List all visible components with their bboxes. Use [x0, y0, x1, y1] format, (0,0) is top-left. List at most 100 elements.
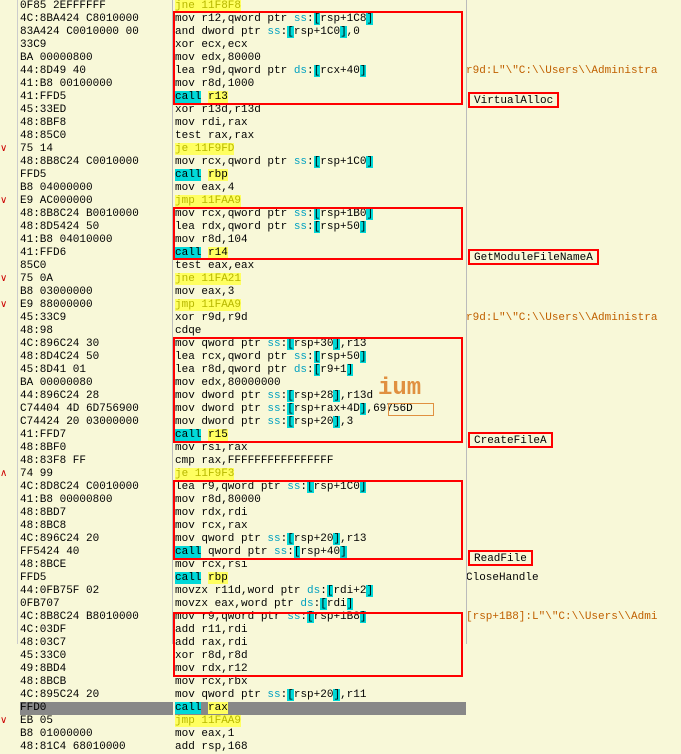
disassembly-column: jne 11F8F8mov r12,qword ptr ss:[rsp+1C8]…: [173, 0, 466, 644]
comment-cell: [466, 351, 681, 364]
asm-cell: mov qword ptr ss:[rsp+20],r11: [175, 689, 466, 702]
bytes-cell: E9 AC000000: [20, 195, 173, 208]
comment-cell: [466, 143, 681, 156]
asm-cell: test eax,eax: [175, 260, 466, 273]
jump-arrow: [0, 65, 17, 78]
comment-cell: [466, 182, 681, 195]
jump-arrow: [0, 442, 17, 455]
comment-cell: [466, 702, 681, 715]
jump-arrow: [0, 728, 17, 741]
jump-arrow: [0, 559, 17, 572]
comment-cell: [466, 52, 681, 65]
asm-cell: mov qword ptr ss:[rsp+20],r13: [175, 533, 466, 546]
api-label: GetModuleFileNameA: [468, 249, 599, 265]
comment-cell: [466, 715, 681, 728]
comment-cell: [466, 689, 681, 702]
comment-cell: [466, 156, 681, 169]
bytes-cell: 45:33C9: [20, 312, 173, 325]
comment-cell: [466, 364, 681, 377]
asm-cell: and dword ptr ss:[rsp+1C0],0: [175, 26, 466, 39]
bytes-cell: 48:8D5424 50: [20, 221, 173, 234]
jump-arrow: [0, 234, 17, 247]
bytes-cell: B8 04000000: [20, 182, 173, 195]
jump-arrow: [0, 182, 17, 195]
comment-cell: [466, 663, 681, 676]
bytes-cell: 45:8D41 01: [20, 364, 173, 377]
asm-cell: test rax,rax: [175, 130, 466, 143]
asm-cell: mov eax,1: [175, 728, 466, 741]
comment-cell: [466, 507, 681, 520]
comment-cell: [466, 390, 681, 403]
asm-cell: call rax: [175, 702, 466, 715]
jump-arrow: ∧: [0, 468, 17, 481]
bytes-cell: 44:896C24 28: [20, 390, 173, 403]
bytes-cell: 33C9: [20, 39, 173, 52]
asm-cell: add r11,rdi: [175, 624, 466, 637]
comment-cell: [466, 78, 681, 91]
comment-cell: [466, 130, 681, 143]
bytes-cell: 48:8BF8: [20, 117, 173, 130]
jump-arrow: [0, 104, 17, 117]
asm-cell: call r13: [175, 91, 466, 104]
bytes-cell: B8 01000000: [20, 728, 173, 741]
comment-cell: [466, 598, 681, 611]
comment-cell: [466, 377, 681, 390]
bytes-cell: EB 05: [20, 715, 173, 728]
jump-arrow: [0, 260, 17, 273]
comment-cell: [466, 468, 681, 481]
bytes-cell: 41:B8 00100000: [20, 78, 173, 91]
jump-arrow: [0, 351, 17, 364]
comment-cell: [466, 273, 681, 286]
bytes-cell: 48:8BD7: [20, 507, 173, 520]
api-label: ReadFile: [468, 550, 533, 566]
jump-arrow: [0, 533, 17, 546]
bytes-cell: 85C0: [20, 260, 173, 273]
jump-arrow: [0, 364, 17, 377]
bytes-cell: BA 00000800: [20, 52, 173, 65]
asm-cell: cdqe: [175, 325, 466, 338]
bytes-cell: 4C:896C24 20: [20, 533, 173, 546]
asm-cell: lea rcx,qword ptr ss:[rsp+50]: [175, 351, 466, 364]
jump-arrow: [0, 403, 17, 416]
jump-arrow-gutter: ∨∨∨∨∧∨: [0, 0, 18, 644]
bytes-cell: 4C:8B8C24 B8010000: [20, 611, 173, 624]
jump-arrow: [0, 130, 17, 143]
bytes-cell: FFD5: [20, 572, 173, 585]
bytes-cell: 48:8BC8: [20, 520, 173, 533]
bytes-cell: 48:8BCB: [20, 676, 173, 689]
bytes-cell: 48:8D4C24 50: [20, 351, 173, 364]
asm-cell: mov rsi,rax: [175, 442, 466, 455]
comment-cell: r9d:L"\"C:\\Users\\Administra: [466, 312, 681, 325]
comment-cell: [466, 0, 681, 13]
jump-arrow: [0, 390, 17, 403]
jump-arrow: ∨: [0, 715, 17, 728]
comment-cell: [466, 520, 681, 533]
bytes-cell: 0F85 2EFFFFFF: [20, 0, 173, 13]
jump-arrow: [0, 676, 17, 689]
comment-cell: [466, 208, 681, 221]
asm-cell: mov r9,qword ptr ss:[rsp+1B8]: [175, 611, 466, 624]
jump-arrow: [0, 455, 17, 468]
jump-arrow: [0, 598, 17, 611]
jump-arrow: [0, 156, 17, 169]
asm-cell: lea r9,qword ptr ss:[rsp+1C0]: [175, 481, 466, 494]
comment-cell: [466, 481, 681, 494]
jump-arrow: [0, 429, 17, 442]
asm-cell: mov rcx,qword ptr ss:[rsp+1B0]: [175, 208, 466, 221]
comment-cell: [466, 728, 681, 741]
asm-cell: mov dword ptr ss:[rsp+20],3: [175, 416, 466, 429]
jump-arrow: [0, 338, 17, 351]
bytes-cell: C74424 20 03000000: [20, 416, 173, 429]
bytes-cell: 48:8B8C24 C0010000: [20, 156, 173, 169]
asm-cell: call rbp: [175, 169, 466, 182]
bytes-cell: 41:FFD6: [20, 247, 173, 260]
comment-cell: [466, 676, 681, 689]
comment-cell: [466, 533, 681, 546]
api-label: CreateFileA: [468, 432, 553, 448]
asm-cell: xor r13d,r13d: [175, 104, 466, 117]
jump-arrow: [0, 117, 17, 130]
jump-arrow: [0, 702, 17, 715]
bytes-cell: 48:83F8 FF: [20, 455, 173, 468]
asm-cell: mov qword ptr ss:[rsp+30],r13: [175, 338, 466, 351]
comment-cell: [466, 624, 681, 637]
